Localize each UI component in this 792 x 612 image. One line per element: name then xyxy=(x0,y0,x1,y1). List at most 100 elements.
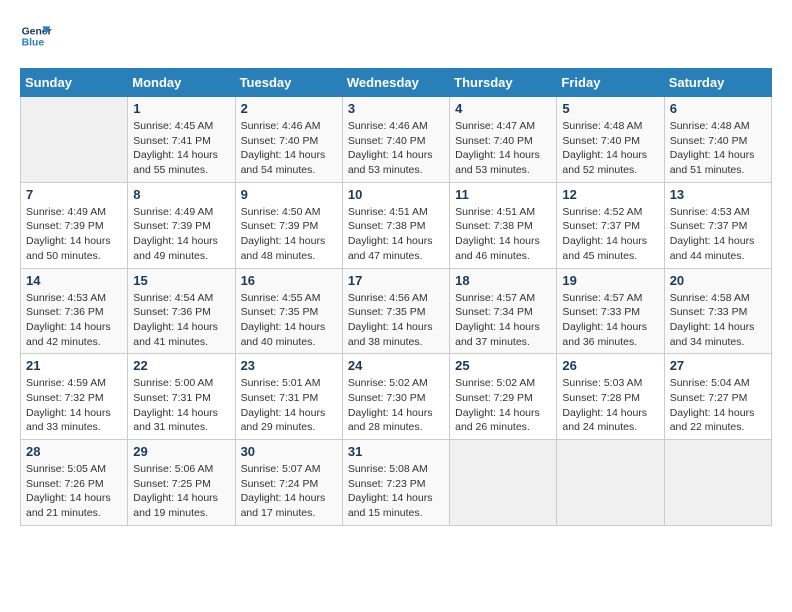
day-cell: 22 Sunrise: 5:00 AMSunset: 7:31 PMDayligh… xyxy=(128,354,235,440)
day-number: 18 xyxy=(455,273,551,288)
day-info: Sunrise: 5:03 AMSunset: 7:28 PMDaylight:… xyxy=(562,376,658,435)
day-number: 15 xyxy=(133,273,229,288)
day-info: Sunrise: 5:00 AMSunset: 7:31 PMDaylight:… xyxy=(133,376,229,435)
day-info: Sunrise: 5:04 AMSunset: 7:27 PMDaylight:… xyxy=(670,376,766,435)
weekday-wednesday: Wednesday xyxy=(342,69,449,97)
day-info: Sunrise: 4:49 AMSunset: 7:39 PMDaylight:… xyxy=(26,205,122,264)
day-cell: 21 Sunrise: 4:59 AMSunset: 7:32 PMDayligh… xyxy=(21,354,128,440)
day-number: 6 xyxy=(670,101,766,116)
weekday-monday: Monday xyxy=(128,69,235,97)
logo: General Blue xyxy=(20,20,52,52)
weekday-header-row: SundayMondayTuesdayWednesdayThursdayFrid… xyxy=(21,69,772,97)
day-cell: 11Sunrise: 4:51 AMSunset: 7:38 PMDayligh… xyxy=(450,182,557,268)
day-cell: 9 Sunrise: 4:50 AMSunset: 7:39 PMDaylight… xyxy=(235,182,342,268)
day-number: 25 xyxy=(455,358,551,373)
weekday-thursday: Thursday xyxy=(450,69,557,97)
week-row-5: 28 Sunrise: 5:05 AMSunset: 7:26 PMDayligh… xyxy=(21,440,772,526)
day-cell: 30 Sunrise: 5:07 AMSunset: 7:24 PMDayligh… xyxy=(235,440,342,526)
day-info: Sunrise: 4:54 AMSunset: 7:36 PMDaylight:… xyxy=(133,291,229,350)
day-number: 9 xyxy=(241,187,337,202)
day-cell: 3 Sunrise: 4:46 AMSunset: 7:40 PMDaylight… xyxy=(342,97,449,183)
day-number: 14 xyxy=(26,273,122,288)
day-info: Sunrise: 4:59 AMSunset: 7:32 PMDaylight:… xyxy=(26,376,122,435)
day-info: Sunrise: 4:56 AMSunset: 7:35 PMDaylight:… xyxy=(348,291,444,350)
day-info: Sunrise: 4:53 AMSunset: 7:36 PMDaylight:… xyxy=(26,291,122,350)
weekday-tuesday: Tuesday xyxy=(235,69,342,97)
day-info: Sunrise: 4:45 AMSunset: 7:41 PMDaylight:… xyxy=(133,119,229,178)
day-info: Sunrise: 4:57 AMSunset: 7:33 PMDaylight:… xyxy=(562,291,658,350)
day-number: 8 xyxy=(133,187,229,202)
day-cell: 8 Sunrise: 4:49 AMSunset: 7:39 PMDaylight… xyxy=(128,182,235,268)
day-number: 23 xyxy=(241,358,337,373)
day-cell: 31Sunrise: 5:08 AMSunset: 7:23 PMDayligh… xyxy=(342,440,449,526)
day-info: Sunrise: 4:46 AMSunset: 7:40 PMDaylight:… xyxy=(241,119,337,178)
day-info: Sunrise: 4:49 AMSunset: 7:39 PMDaylight:… xyxy=(133,205,229,264)
week-row-4: 21 Sunrise: 4:59 AMSunset: 7:32 PMDayligh… xyxy=(21,354,772,440)
day-cell: 10 Sunrise: 4:51 AMSunset: 7:38 PMDayligh… xyxy=(342,182,449,268)
day-number: 29 xyxy=(133,444,229,459)
day-number: 4 xyxy=(455,101,551,116)
day-cell: 17 Sunrise: 4:56 AMSunset: 7:35 PMDayligh… xyxy=(342,268,449,354)
day-info: Sunrise: 4:52 AMSunset: 7:37 PMDaylight:… xyxy=(562,205,658,264)
day-cell: 24Sunrise: 5:02 AMSunset: 7:30 PMDayligh… xyxy=(342,354,449,440)
weekday-saturday: Saturday xyxy=(664,69,771,97)
day-cell: 7 Sunrise: 4:49 AMSunset: 7:39 PMDaylight… xyxy=(21,182,128,268)
day-cell: 6Sunrise: 4:48 AMSunset: 7:40 PMDaylight… xyxy=(664,97,771,183)
day-cell: 20Sunrise: 4:58 AMSunset: 7:33 PMDayligh… xyxy=(664,268,771,354)
day-cell: 12 Sunrise: 4:52 AMSunset: 7:37 PMDayligh… xyxy=(557,182,664,268)
day-cell: 27 Sunrise: 5:04 AMSunset: 7:27 PMDayligh… xyxy=(664,354,771,440)
day-number: 30 xyxy=(241,444,337,459)
day-number: 13 xyxy=(670,187,766,202)
day-cell: 29 Sunrise: 5:06 AMSunset: 7:25 PMDayligh… xyxy=(128,440,235,526)
day-cell: 19 Sunrise: 4:57 AMSunset: 7:33 PMDayligh… xyxy=(557,268,664,354)
day-info: Sunrise: 4:55 AMSunset: 7:35 PMDaylight:… xyxy=(241,291,337,350)
day-number: 26 xyxy=(562,358,658,373)
day-cell xyxy=(450,440,557,526)
day-info: Sunrise: 5:07 AMSunset: 7:24 PMDaylight:… xyxy=(241,462,337,521)
day-cell: 16 Sunrise: 4:55 AMSunset: 7:35 PMDayligh… xyxy=(235,268,342,354)
day-cell: 4 Sunrise: 4:47 AMSunset: 7:40 PMDaylight… xyxy=(450,97,557,183)
day-number: 2 xyxy=(241,101,337,116)
day-number: 31 xyxy=(348,444,444,459)
day-cell: 28 Sunrise: 5:05 AMSunset: 7:26 PMDayligh… xyxy=(21,440,128,526)
day-cell: 14 Sunrise: 4:53 AMSunset: 7:36 PMDayligh… xyxy=(21,268,128,354)
weekday-friday: Friday xyxy=(557,69,664,97)
day-number: 16 xyxy=(241,273,337,288)
day-number: 1 xyxy=(133,101,229,116)
day-number: 3 xyxy=(348,101,444,116)
day-cell: 1 Sunrise: 4:45 AMSunset: 7:41 PMDaylight… xyxy=(128,97,235,183)
day-info: Sunrise: 4:58 AMSunset: 7:33 PMDaylight:… xyxy=(670,291,766,350)
day-cell: 25 Sunrise: 5:02 AMSunset: 7:29 PMDayligh… xyxy=(450,354,557,440)
day-info: Sunrise: 4:46 AMSunset: 7:40 PMDaylight:… xyxy=(348,119,444,178)
day-cell xyxy=(664,440,771,526)
day-info: Sunrise: 4:51 AMSunset: 7:38 PMDaylight:… xyxy=(348,205,444,264)
day-info: Sunrise: 5:05 AMSunset: 7:26 PMDaylight:… xyxy=(26,462,122,521)
day-number: 27 xyxy=(670,358,766,373)
day-info: Sunrise: 5:02 AMSunset: 7:29 PMDaylight:… xyxy=(455,376,551,435)
day-number: 11 xyxy=(455,187,551,202)
page-header: General Blue xyxy=(20,20,772,52)
day-number: 5 xyxy=(562,101,658,116)
day-number: 28 xyxy=(26,444,122,459)
day-info: Sunrise: 5:06 AMSunset: 7:25 PMDaylight:… xyxy=(133,462,229,521)
day-cell: 26 Sunrise: 5:03 AMSunset: 7:28 PMDayligh… xyxy=(557,354,664,440)
day-info: Sunrise: 5:02 AMSunset: 7:30 PMDaylight:… xyxy=(348,376,444,435)
day-cell: 18 Sunrise: 4:57 AMSunset: 7:34 PMDayligh… xyxy=(450,268,557,354)
day-number: 22 xyxy=(133,358,229,373)
day-number: 19 xyxy=(562,273,658,288)
day-cell: 15 Sunrise: 4:54 AMSunset: 7:36 PMDayligh… xyxy=(128,268,235,354)
day-number: 12 xyxy=(562,187,658,202)
week-row-2: 7 Sunrise: 4:49 AMSunset: 7:39 PMDaylight… xyxy=(21,182,772,268)
day-info: Sunrise: 4:47 AMSunset: 7:40 PMDaylight:… xyxy=(455,119,551,178)
calendar-body: 1 Sunrise: 4:45 AMSunset: 7:41 PMDaylight… xyxy=(21,97,772,526)
day-number: 10 xyxy=(348,187,444,202)
day-info: Sunrise: 4:50 AMSunset: 7:39 PMDaylight:… xyxy=(241,205,337,264)
day-cell xyxy=(557,440,664,526)
day-cell: 23Sunrise: 5:01 AMSunset: 7:31 PMDayligh… xyxy=(235,354,342,440)
day-info: Sunrise: 4:57 AMSunset: 7:34 PMDaylight:… xyxy=(455,291,551,350)
calendar-table: SundayMondayTuesdayWednesdayThursdayFrid… xyxy=(20,68,772,526)
svg-text:Blue: Blue xyxy=(22,38,45,49)
day-number: 17 xyxy=(348,273,444,288)
day-number: 21 xyxy=(26,358,122,373)
day-number: 7 xyxy=(26,187,122,202)
